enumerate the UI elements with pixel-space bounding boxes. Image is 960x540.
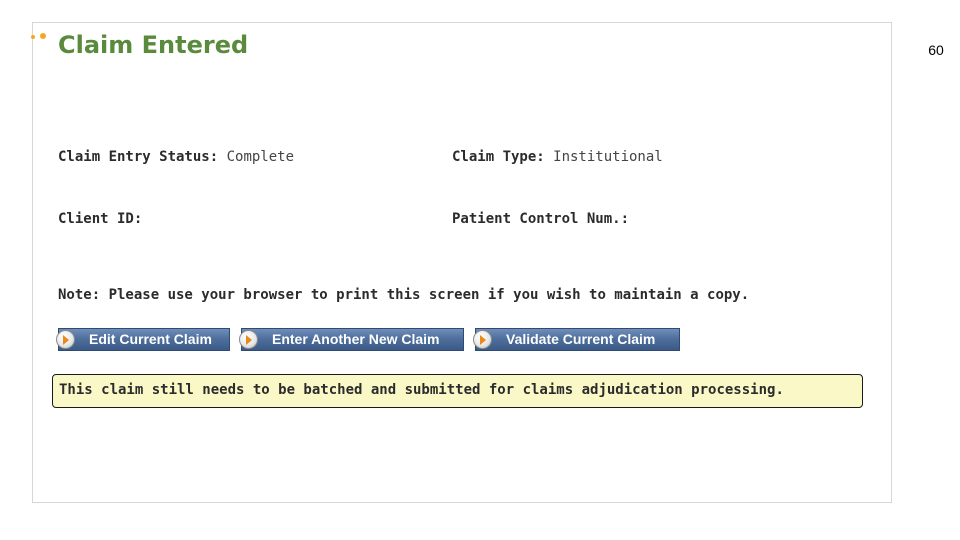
claim-entered-panel: Claim Entered Claim Entry Status: Comple… (31, 22, 892, 503)
arrow-circle-icon (239, 330, 258, 349)
claim-entry-status: Claim Entry Status: Complete (58, 149, 294, 165)
client-id: Client ID: (58, 211, 142, 227)
claim-type-label: Claim Type: (452, 149, 545, 165)
edit-current-claim-button[interactable]: Edit Current Claim (56, 328, 230, 351)
claim-type-value: Institutional (544, 149, 663, 165)
print-note: Note: Please use your browser to print t… (58, 287, 750, 303)
enter-another-new-claim-label: Enter Another New Claim (272, 331, 440, 347)
validate-current-claim-label: Validate Current Claim (506, 331, 656, 347)
validate-current-claim-button[interactable]: Validate Current Claim (473, 328, 680, 351)
edit-current-claim-label: Edit Current Claim (89, 331, 212, 347)
orange-dots-icon (31, 33, 51, 43)
client-id-label: Client ID: (58, 211, 143, 227)
claim-type: Claim Type: Institutional (452, 149, 663, 165)
page-title: Claim Entered (58, 31, 249, 59)
arrow-circle-icon (473, 330, 492, 349)
enter-another-new-claim-button[interactable]: Enter Another New Claim (239, 328, 464, 351)
patient-control-num-label: Patient Control Num.: (452, 211, 630, 227)
claim-entry-status-label: Claim Entry Status: (58, 149, 219, 165)
patient-control-num: Patient Control Num.: (452, 211, 629, 227)
arrow-circle-icon (56, 330, 75, 349)
claim-entry-status-value: Complete (218, 149, 295, 165)
page-number: 60 (928, 42, 944, 58)
batch-notice: This claim still needs to be batched and… (52, 374, 863, 408)
